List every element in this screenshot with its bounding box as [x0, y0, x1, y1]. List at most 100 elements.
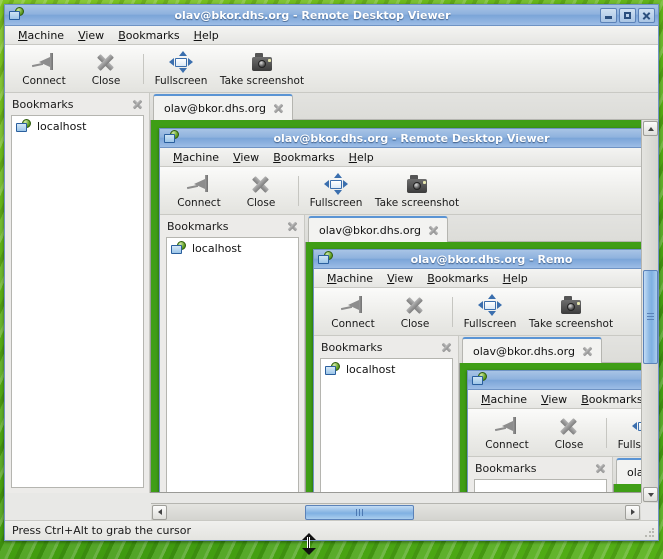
vertical-scrollbar[interactable] [641, 120, 658, 503]
remote-machine-icon [171, 241, 187, 256]
bookmarks-header: Bookmarks [314, 336, 458, 358]
menu-machine[interactable]: Machine [320, 272, 380, 285]
window-title: olav@bkor.dhs.org - Remote Desktop Viewe… [273, 131, 550, 145]
close-x-icon [94, 51, 118, 73]
take-screenshot-button[interactable]: Take screenshot [212, 47, 312, 91]
scroll-down-arrow[interactable] [642, 487, 658, 502]
toolbar: Connect Close Fullscreen Take screenshot [5, 45, 658, 93]
menu-view[interactable]: View [226, 151, 266, 164]
menu-help[interactable]: Help [342, 151, 381, 164]
titlebar[interactable]: olav@bkor.dhs.org - Remo [314, 250, 651, 269]
menu-bookmarks[interactable]: Bookmarks [266, 151, 341, 164]
fullscreen-label: Fullscreen [463, 317, 517, 330]
desktop-background: olav@bkor.dhs.org - Remote Desktop Viewe… [0, 0, 663, 559]
minimize-button[interactable] [600, 7, 617, 23]
menu-bookmarks[interactable]: Bookmarks [420, 272, 495, 285]
close-x-icon[interactable] [594, 462, 607, 475]
vertical-resize-cursor [302, 533, 317, 555]
main-window: olav@bkor.dhs.org - Remote Desktop Viewe… [4, 4, 659, 541]
tab-bar-filler [292, 94, 658, 120]
bookmarks-sidebar: Bookmarks [314, 336, 459, 492]
menu-help[interactable]: Help [496, 272, 535, 285]
menu-view[interactable]: View [71, 29, 111, 42]
fullscreen-icon [478, 293, 502, 316]
scroll-right-arrow[interactable] [625, 504, 640, 520]
menu-bookmarks[interactable]: Bookmarks [111, 29, 186, 42]
vertical-scroll-track[interactable] [642, 137, 658, 486]
toolbar-separator [606, 417, 607, 448]
close-toolbar-button[interactable]: Close [538, 411, 600, 455]
close-toolbar-button[interactable]: Close [384, 290, 446, 334]
tab-bar: olav@bkor.dhs.org [305, 215, 652, 242]
bookmarks-title: Bookmarks [321, 340, 383, 354]
close-x-icon[interactable] [272, 102, 285, 115]
take-screenshot-button[interactable]: Take screenshot [521, 290, 621, 334]
vnc-viewport[interactable]: olav@bkor.dhs.org - Remote Desktop Viewe… [150, 120, 658, 493]
titlebar[interactable] [468, 371, 651, 390]
vnc-viewport[interactable]: Machine View Bookmarks Help [459, 363, 651, 492]
plug-icon [340, 294, 365, 316]
scroll-left-arrow[interactable] [152, 504, 167, 520]
bookmarks-list[interactable]: localhost [320, 358, 453, 492]
bookmarks-list[interactable]: localhost [11, 115, 144, 488]
horizontal-scroll-thumb[interactable] [304, 504, 415, 520]
take-screenshot-label: Take screenshot [374, 196, 460, 209]
menu-view[interactable]: View [380, 272, 420, 285]
fullscreen-button[interactable]: Fullscreen [305, 169, 367, 213]
close-button[interactable] [638, 7, 655, 23]
bookmarks-list[interactable] [474, 479, 607, 492]
close-x-icon[interactable] [131, 98, 144, 111]
titlebar[interactable]: olav@bkor.dhs.org - Remote Desktop Viewe… [160, 129, 652, 148]
close-toolbar-button[interactable]: Close [230, 169, 292, 213]
window-title: olav@bkor.dhs.org - Remo [410, 252, 573, 266]
maximize-button[interactable] [619, 7, 636, 23]
fullscreen-label: Fullscreen [309, 196, 363, 209]
menu-help[interactable]: Help [187, 29, 226, 42]
titlebar[interactable]: olav@bkor.dhs.org - Remote Desktop Viewe… [5, 5, 658, 26]
menu-machine[interactable]: Machine [11, 29, 71, 42]
menu-machine[interactable]: Machine [474, 393, 534, 406]
list-item[interactable]: localhost [167, 238, 298, 259]
remote-machine-icon [325, 362, 341, 377]
menu-view[interactable]: View [534, 393, 574, 406]
fullscreen-button[interactable]: Fullscreen [150, 47, 212, 91]
fullscreen-icon [169, 50, 193, 73]
close-x-icon[interactable] [286, 220, 299, 233]
list-item[interactable]: localhost [12, 116, 143, 137]
scroll-up-arrow[interactable] [642, 121, 658, 136]
connect-button[interactable]: Connect [322, 290, 384, 334]
bookmarks-list[interactable]: localhost [166, 237, 299, 492]
list-item[interactable]: localhost [321, 359, 452, 380]
vertical-scroll-thumb[interactable] [642, 269, 658, 364]
close-x-icon [249, 173, 273, 195]
tab-olav-bkor[interactable]: olav@bkor.dhs.org [153, 94, 293, 120]
close-x-icon[interactable] [581, 345, 594, 358]
vnc-viewport[interactable]: olav@bkor.dhs.org - Remo Machine View Bo… [305, 242, 652, 492]
connect-button[interactable]: Connect [168, 169, 230, 213]
close-x-icon[interactable] [427, 224, 440, 237]
menu-machine[interactable]: Machine [166, 151, 226, 164]
menubar: Machine View Bookmarks Help [5, 26, 658, 45]
take-screenshot-button[interactable]: Take screenshot [367, 169, 467, 213]
tab-olav-bkor[interactable]: olav@bkor.dhs.org [462, 337, 602, 363]
scroll-grip-icon [646, 311, 654, 322]
remote-desktop-icon [163, 130, 180, 146]
connect-button[interactable]: Connect [13, 47, 75, 91]
fullscreen-button[interactable]: Fullscreen [459, 290, 521, 334]
close-x-icon[interactable] [440, 341, 453, 354]
connect-button[interactable]: Connect [476, 411, 538, 455]
menu-bookmarks[interactable]: Bookmarks [574, 393, 649, 406]
horizontal-scroll-track[interactable] [168, 504, 624, 520]
bookmark-label: localhost [37, 120, 87, 133]
resize-grip-icon[interactable] [644, 527, 656, 539]
nested-window-level-4: Machine View Bookmarks Help [467, 370, 651, 492]
nested-window-level-3: olav@bkor.dhs.org - Remo Machine View Bo… [313, 249, 651, 492]
tab-olav-bkor[interactable]: olav@bkor.dhs.org [308, 216, 448, 242]
camera-icon [250, 51, 274, 73]
horizontal-scrollbar[interactable] [151, 503, 641, 520]
close-toolbar-button[interactable]: Close [75, 47, 137, 91]
tab-bar-filler [447, 216, 652, 242]
window-title: olav@bkor.dhs.org - Remote Desktop Viewe… [174, 8, 451, 22]
tab-bar: olav@bkor.dhs.org [459, 336, 651, 363]
fullscreen-icon [324, 172, 348, 195]
